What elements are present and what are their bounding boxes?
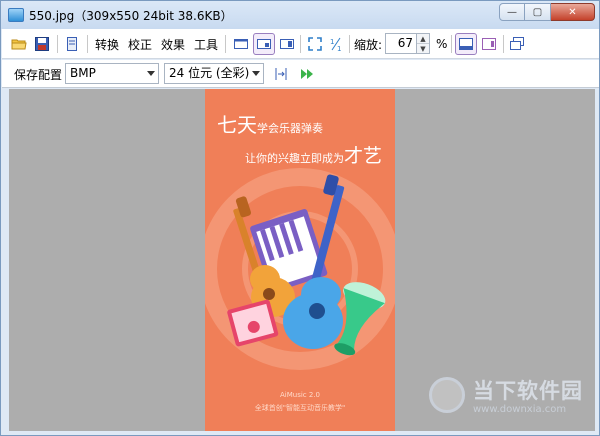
svg-text:1: 1 bbox=[330, 38, 334, 46]
site-watermark: 当下软件园 www.downxia.com bbox=[427, 373, 595, 423]
poster-title-small: 学会乐器弹奏 bbox=[257, 122, 323, 135]
effects-menu[interactable]: 效果 bbox=[159, 33, 187, 55]
chevron-up-icon[interactable]: ▲ bbox=[417, 34, 429, 44]
main-toolbar: 转换 校正 效果 工具 11 缩放: 67 ▲ ▼ % bbox=[2, 29, 599, 59]
save-config-toolbar: 保存配置 BMP 24 位元 (全彩) bbox=[2, 60, 599, 88]
view-mode-icon[interactable] bbox=[455, 33, 477, 55]
color-depth-select[interactable]: 24 位元 (全彩) bbox=[164, 63, 264, 84]
zoom-input[interactable]: 67 bbox=[385, 33, 417, 54]
watermark-logo-icon bbox=[429, 377, 465, 413]
tools-menu[interactable]: 工具 bbox=[192, 33, 220, 55]
title-bar[interactable]: 550.jpg（309x550 24bit 38.6KB） — ▢ ✕ bbox=[1, 1, 599, 29]
chevron-down-icon bbox=[147, 71, 155, 76]
save-icon[interactable] bbox=[31, 33, 53, 55]
scale-icon[interactable]: 11 bbox=[325, 33, 347, 55]
restore-icon[interactable] bbox=[506, 33, 528, 55]
svg-text:1: 1 bbox=[337, 45, 341, 52]
format-select[interactable]: BMP bbox=[65, 63, 159, 84]
image-viewer-window: 550.jpg（309x550 24bit 38.6KB） — ▢ ✕ 转换 校… bbox=[0, 0, 600, 436]
open-folder-icon[interactable] bbox=[8, 33, 30, 55]
poster-title: 七天学会乐器弹奏 bbox=[217, 109, 323, 138]
chevron-down-icon[interactable]: ▼ bbox=[417, 44, 429, 54]
maximize-button[interactable]: ▢ bbox=[525, 3, 551, 21]
fit-width-icon[interactable] bbox=[230, 33, 252, 55]
zoom-unit: % bbox=[436, 37, 448, 51]
poster-subtitle-small: 让你的兴趣立即成为 bbox=[245, 152, 344, 165]
chevron-down-icon bbox=[252, 71, 260, 76]
watermark-url: www.downxia.com bbox=[473, 404, 567, 415]
save-config-label: 保存配置 bbox=[14, 67, 63, 82]
fit-page-icon[interactable] bbox=[253, 33, 275, 55]
play-forward-icon[interactable] bbox=[296, 63, 318, 85]
color-depth-select-value: 24 位元 (全彩) bbox=[169, 66, 250, 80]
window-controls: — ▢ ✕ bbox=[499, 3, 595, 21]
poster-subtitle: 让你的兴趣立即成为才艺 bbox=[245, 141, 382, 168]
correct-menu[interactable]: 校正 bbox=[126, 33, 154, 55]
close-button[interactable]: ✕ bbox=[551, 3, 595, 21]
convert-menu[interactable]: 转换 bbox=[93, 33, 121, 55]
fit-arrows-icon[interactable] bbox=[270, 63, 292, 85]
minimize-button[interactable]: — bbox=[499, 3, 525, 21]
window-title: 550.jpg（309x550 24bit 38.6KB） bbox=[29, 9, 233, 23]
watermark-text: 当下软件园 bbox=[473, 379, 583, 403]
zoom-label: 缩放: bbox=[354, 37, 383, 52]
displayed-image: 七天学会乐器弹奏 让你的兴趣立即成为才艺 AiMusic 2.0 全球首创"智能… bbox=[205, 89, 395, 431]
window-mode-icon[interactable] bbox=[478, 33, 500, 55]
fullscreen-icon[interactable] bbox=[304, 33, 326, 55]
page-icon[interactable] bbox=[61, 33, 83, 55]
fit-height-icon[interactable] bbox=[276, 33, 298, 55]
poster-subtitle-big: 才艺 bbox=[344, 145, 383, 167]
poster-footer-brand: AiMusic 2.0 bbox=[279, 391, 320, 399]
poster-title-big: 七天 bbox=[217, 113, 257, 137]
zoom-stepper[interactable]: ▲ ▼ bbox=[417, 33, 430, 54]
app-icon bbox=[8, 8, 24, 22]
format-select-value: BMP bbox=[70, 66, 96, 80]
poster-footer-tagline: 全球首创"智能互动音乐教学" bbox=[254, 404, 346, 412]
